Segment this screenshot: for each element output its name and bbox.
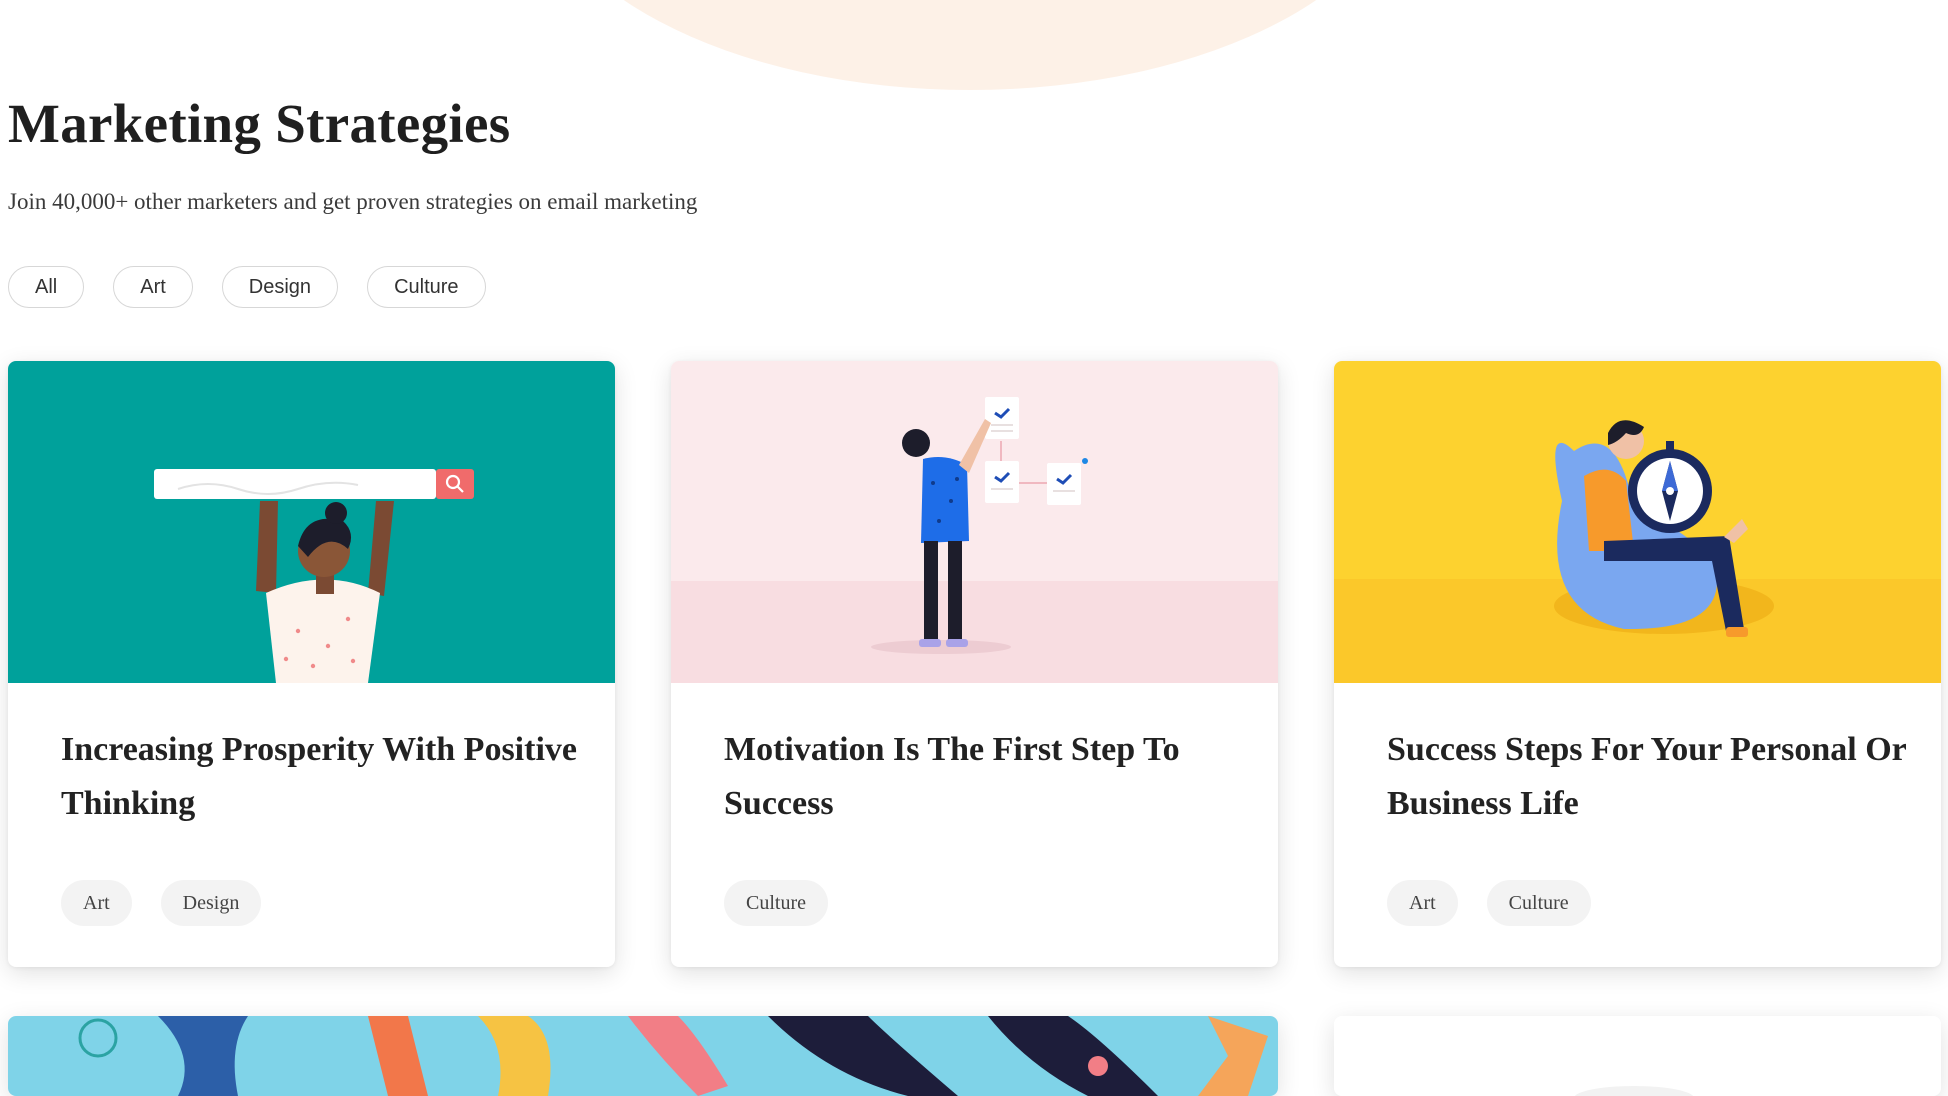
- header-decorative-blob: [530, 0, 1410, 90]
- tag-culture[interactable]: Culture: [724, 880, 828, 926]
- tag-culture[interactable]: Culture: [1486, 880, 1591, 926]
- card-tag-list: Art Design: [61, 880, 262, 926]
- category-filter-bar: All Art Design Culture: [8, 266, 486, 308]
- card-image-placeholder: [1334, 1016, 1941, 1096]
- article-card-wide-preview[interactable]: [8, 1016, 1278, 1096]
- tag-art[interactable]: Art: [1387, 880, 1458, 926]
- filter-design-button[interactable]: Design: [221, 266, 339, 308]
- article-card-preview[interactable]: [1334, 1016, 1941, 1096]
- search-bar-illustration: [8, 361, 615, 683]
- filter-all-button[interactable]: All: [8, 266, 85, 308]
- page-title: Marketing Strategies: [8, 93, 511, 154]
- tag-design[interactable]: Design: [160, 880, 262, 926]
- motivation-board-illustration: [671, 361, 1278, 683]
- tag-art[interactable]: Art: [61, 880, 132, 926]
- compass-illustration: [1334, 361, 1941, 683]
- card-title[interactable]: Motivation Is The First Step To Success: [724, 723, 1258, 831]
- card-tag-list: Culture: [724, 880, 828, 926]
- article-card-motivation[interactable]: Motivation Is The First Step To Success …: [671, 361, 1278, 967]
- article-card-success-steps[interactable]: Success Steps For Your Personal Or Busin…: [1334, 361, 1941, 967]
- filter-art-button[interactable]: Art: [113, 266, 193, 308]
- filter-culture-button[interactable]: Culture: [367, 266, 486, 308]
- article-card-prosperity[interactable]: Increasing Prosperity With Positive Thin…: [8, 361, 615, 967]
- page-subtitle: Join 40,000+ other marketers and get pro…: [8, 189, 698, 214]
- card-title[interactable]: Increasing Prosperity With Positive Thin…: [61, 723, 595, 831]
- card-title[interactable]: Success Steps For Your Personal Or Busin…: [1387, 723, 1921, 831]
- card-tag-list: Art Culture: [1387, 880, 1591, 926]
- crowd-illustration: [8, 1016, 1278, 1096]
